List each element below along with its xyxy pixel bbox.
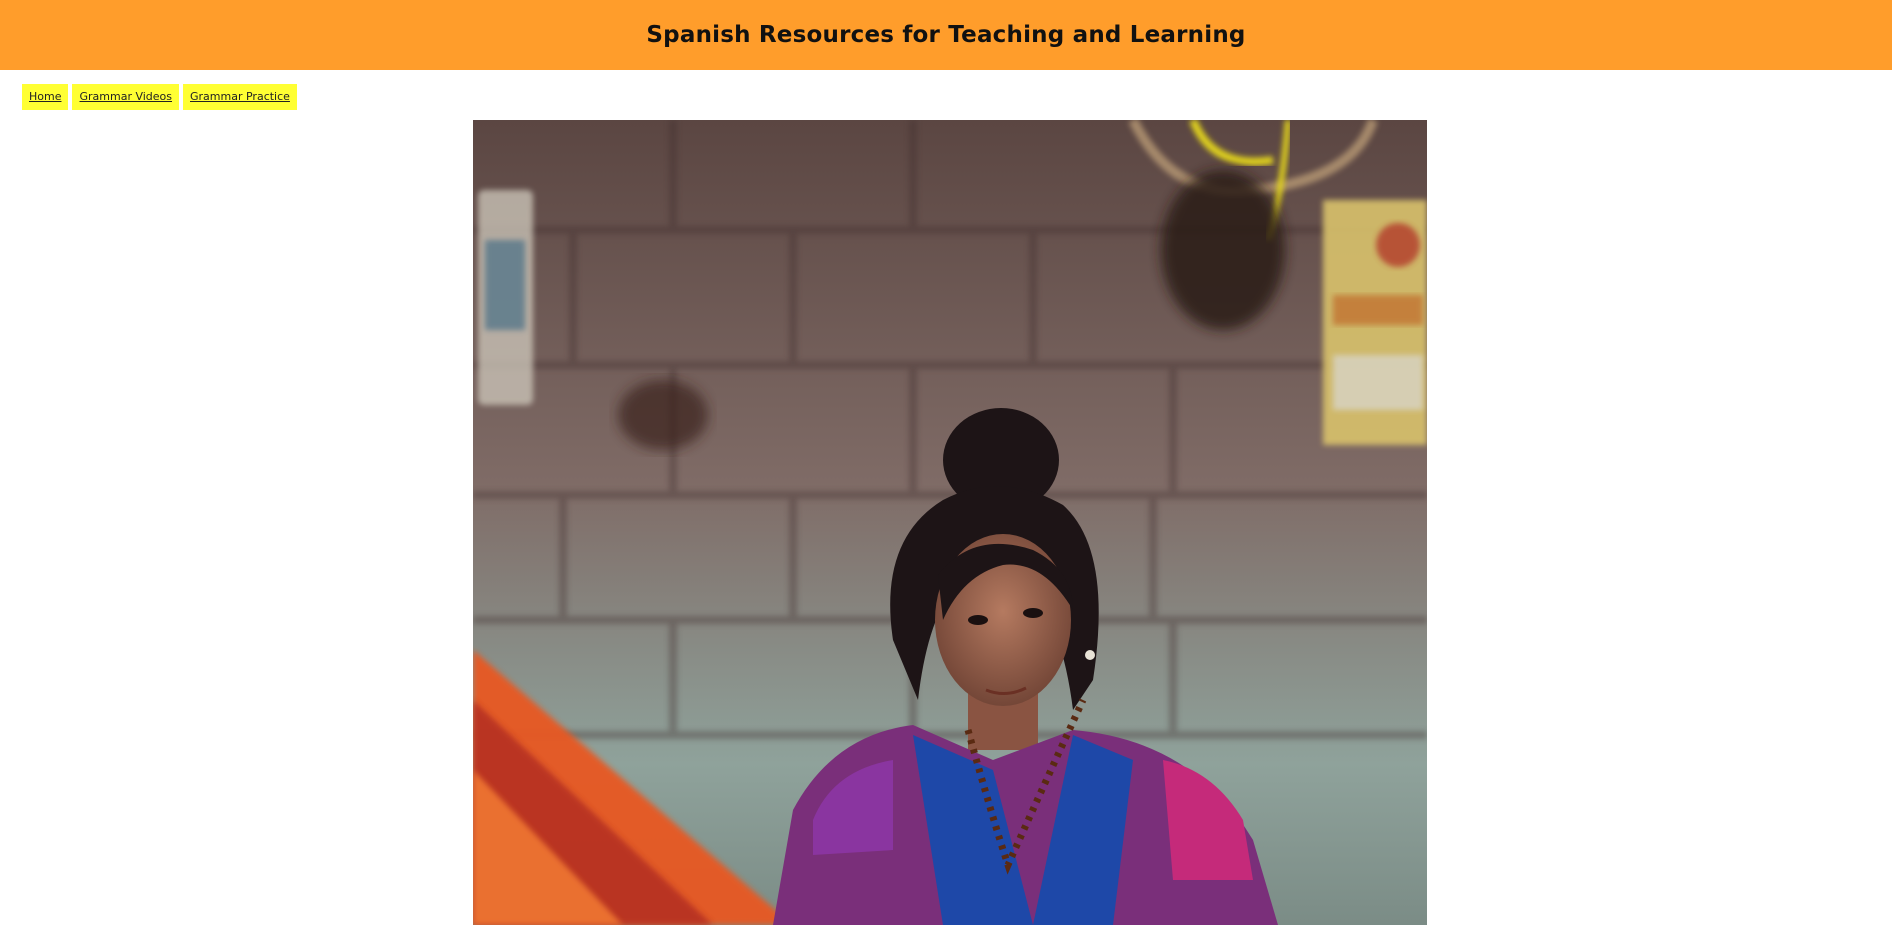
nav-link-home[interactable]: Home <box>22 84 69 110</box>
portrait-illustration <box>473 120 1427 925</box>
nav-link-grammar-practice[interactable]: Grammar Practice <box>183 84 297 110</box>
main-nav: Home Grammar Videos Grammar Practice <box>22 84 297 110</box>
page-title: Spanish Resources for Teaching and Learn… <box>646 22 1246 48</box>
hero-photo <box>473 120 1427 925</box>
nav-link-grammar-videos[interactable]: Grammar Videos <box>72 84 180 110</box>
site-header: Spanish Resources for Teaching and Learn… <box>0 0 1892 70</box>
